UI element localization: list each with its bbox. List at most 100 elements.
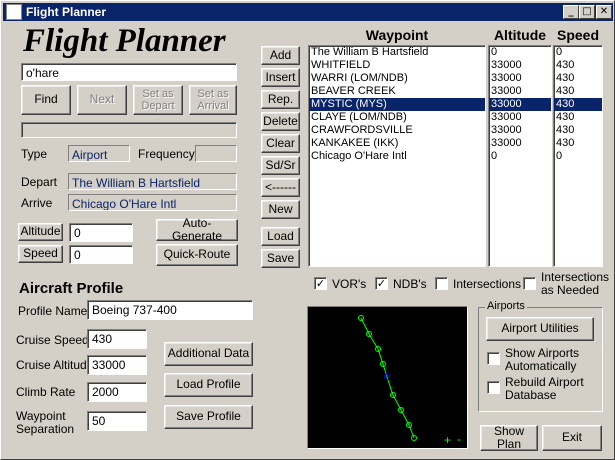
next-button[interactable]: Next	[77, 85, 127, 115]
airport-utilities-button[interactable]: Airport Utilities	[486, 317, 594, 341]
waypoint-row[interactable]: BEAVER CREEK	[309, 85, 485, 98]
title-bar[interactable]: Flight Planner _ □ ✕	[3, 3, 613, 21]
speed-button[interactable]: Speed	[18, 245, 63, 263]
altitude-cell[interactable]: 33000	[489, 124, 551, 137]
frequency-label: Frequency	[138, 147, 195, 161]
speed-cell[interactable]: 430	[554, 124, 602, 137]
insert-button[interactable]: Insert	[261, 68, 300, 87]
replace-button[interactable]: Rep.	[261, 90, 300, 109]
auto-generate-button[interactable]: Auto-Generate	[156, 216, 238, 243]
climb-rate-label: Climb Rate	[16, 385, 76, 399]
vors-label: VOR's	[332, 277, 367, 291]
depart-label: Depart	[21, 175, 58, 189]
speed-cell[interactable]: 430	[554, 98, 602, 111]
vors-checkbox[interactable]: ✓	[314, 277, 327, 290]
altitude-cell[interactable]: 33000	[489, 85, 551, 98]
altitude-input[interactable]: 0	[69, 223, 133, 242]
arrive-label: Arrive	[21, 196, 53, 210]
profile-name-input[interactable]: Boeing 737-400	[87, 300, 253, 320]
profile-name-label: Profile Name	[18, 304, 88, 318]
route-map-canvas: + -	[358, 315, 461, 447]
cruise-altitude-input[interactable]: 33000	[87, 355, 147, 375]
altitude-cell[interactable]: 33000	[489, 111, 551, 124]
route-map[interactable]: + -	[307, 306, 468, 449]
search-input[interactable]: o'hare	[21, 63, 237, 81]
quick-route-button[interactable]: Quick-Route	[156, 244, 238, 266]
intersections-as-needed-checkbox[interactable]	[523, 277, 536, 290]
rebuild-airport-db-checkbox[interactable]	[487, 381, 500, 394]
sd-sr-button[interactable]: Sd/Sr	[261, 156, 300, 175]
airports-group-label: Airports	[485, 300, 527, 312]
back-arrow-button[interactable]: <------	[261, 178, 300, 197]
clear-button[interactable]: Clear	[261, 134, 300, 153]
speed-cell[interactable]: 430	[554, 85, 602, 98]
find-button[interactable]: Find	[21, 85, 71, 115]
exit-button[interactable]: Exit	[542, 425, 602, 451]
speed-cell[interactable]: 0	[554, 46, 602, 59]
ndbs-checkbox[interactable]: ✓	[375, 277, 388, 290]
altitude-cell[interactable]: 33000	[489, 72, 551, 85]
altitude-cell[interactable]: 33000	[489, 59, 551, 72]
flight-planner-window: Flight Planner _ □ ✕ Flight Planner o'ha…	[0, 0, 615, 460]
frequency-value	[195, 145, 237, 162]
check-icon: ✓	[376, 277, 387, 290]
save-profile-button[interactable]: Save Profile	[164, 405, 253, 429]
show-plan-button[interactable]: Show Plan	[480, 424, 538, 451]
altitude-list[interactable]: 0 33000 33000 33000 33000 33000 33000 33000 0	[488, 45, 552, 267]
speed-cell[interactable]: 430	[554, 137, 602, 150]
additional-data-button[interactable]: Additional Data	[164, 342, 253, 366]
maximize-button[interactable]: □	[579, 5, 595, 19]
altitude-column-header: Altitude	[493, 27, 547, 43]
waypoint-list[interactable]: The William B Hartsfield WHITFIELD WARRI (…	[308, 45, 486, 267]
intersections-as-needed-label: Intersections as Needed	[541, 270, 610, 297]
load-button[interactable]: Load	[261, 227, 300, 246]
speed-cell[interactable]: 0	[554, 150, 602, 163]
minimize-button[interactable]: _	[563, 5, 579, 19]
cruise-speed-input[interactable]: 430	[87, 329, 147, 349]
waypoint-row[interactable]: CRAWFORDSVILLE	[309, 124, 485, 137]
waypoint-row[interactable]: CLAYE (LOM/NDB)	[309, 111, 485, 124]
aircraft-profile-heading: Aircraft Profile	[19, 280, 124, 297]
set-as-arrival-button[interactable]: Set as Arrival	[189, 85, 237, 115]
altitude-cell[interactable]: 0	[489, 46, 551, 59]
waypoint-row[interactable]: KANKAKEE (IKK)	[309, 137, 485, 150]
altitude-cell[interactable]: 33000	[489, 98, 551, 111]
type-value: Airport	[68, 145, 130, 162]
show-airports-checkbox[interactable]	[487, 352, 500, 365]
add-button[interactable]: Add	[261, 46, 300, 65]
waypoint-row[interactable]: WARRI (LOM/NDB)	[309, 72, 485, 85]
app-logo: Flight Planner	[23, 23, 226, 59]
speed-list[interactable]: 0 430 430 430 430 430 430 430 0	[553, 45, 603, 267]
climb-rate-input[interactable]: 2000	[87, 382, 147, 402]
close-button[interactable]: ✕	[596, 5, 612, 19]
window-title: Flight Planner	[26, 5, 107, 19]
altitude-cell[interactable]: 0	[489, 150, 551, 163]
new-button[interactable]: New	[261, 200, 300, 219]
intersections-checkbox[interactable]	[435, 277, 448, 290]
ndbs-label: NDB's	[393, 277, 427, 291]
set-as-depart-button[interactable]: Set as Depart	[133, 85, 183, 115]
waypoint-separation-label: Waypoint Separation	[16, 409, 75, 436]
speed-cell[interactable]: 430	[554, 59, 602, 72]
load-profile-button[interactable]: Load Profile	[164, 373, 253, 397]
depart-value: The William B Hartsfield	[68, 173, 237, 190]
speed-cell[interactable]: 430	[554, 72, 602, 85]
waypoint-row[interactable]: The William B Hartsfield	[309, 46, 485, 59]
altitude-button[interactable]: Altitude	[18, 223, 63, 241]
save-button[interactable]: Save	[261, 249, 300, 268]
type-label: Type	[21, 147, 48, 161]
zoom-out-icon[interactable]: -	[457, 432, 461, 446]
check-icon: ✓	[315, 277, 326, 290]
waypoint-row[interactable]: MYSTIC (MYS)	[309, 98, 485, 111]
zoom-in-icon[interactable]: +	[444, 433, 451, 447]
altitude-cell[interactable]: 33000	[489, 137, 551, 150]
delete-button[interactable]: Delete	[261, 112, 300, 131]
waypoint-row[interactable]: WHITFIELD	[309, 59, 485, 72]
waypoint-row[interactable]: Chicago O'Hare Intl	[309, 150, 485, 163]
speed-input[interactable]: 0	[69, 245, 133, 264]
rebuild-airport-db-label: Rebuild Airport Database	[505, 375, 584, 402]
speed-column-header: Speed	[556, 27, 599, 43]
speed-cell[interactable]: 430	[554, 111, 602, 124]
status-bar	[21, 122, 237, 138]
waypoint-separation-input[interactable]: 50	[87, 411, 147, 431]
